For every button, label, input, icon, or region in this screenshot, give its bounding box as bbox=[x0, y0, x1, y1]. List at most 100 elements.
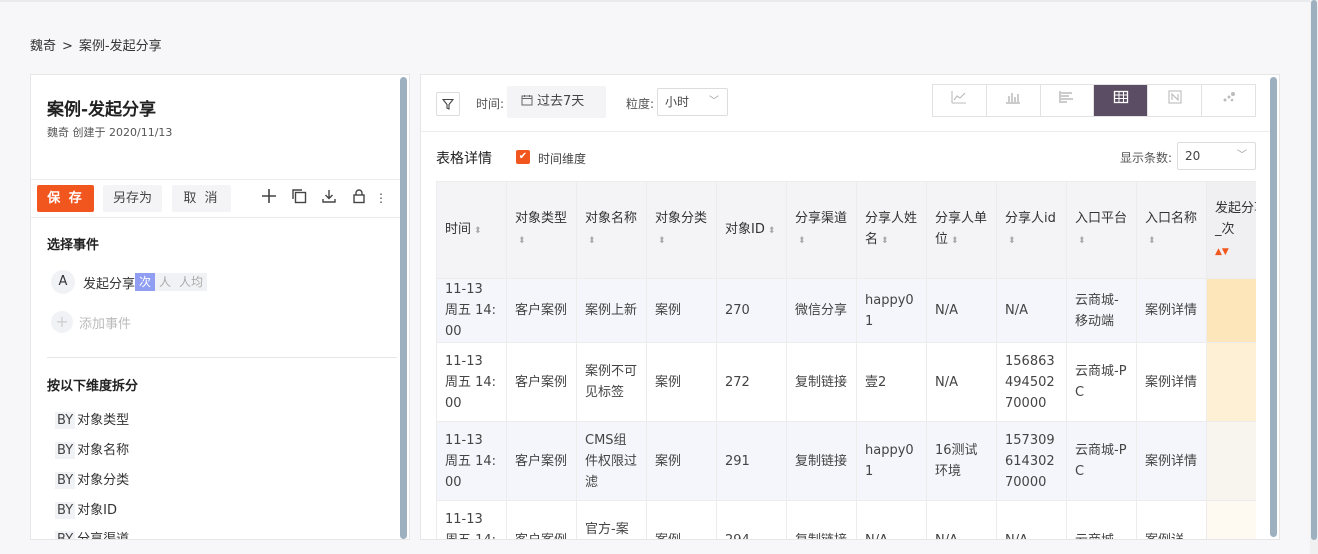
column-header[interactable]: 对象分类⬍ bbox=[646, 181, 717, 279]
page-scrollbar[interactable] bbox=[1310, 0, 1318, 554]
dimension-item[interactable]: BY 分享渠道 bbox=[55, 528, 129, 539]
lock-icon[interactable] bbox=[349, 188, 369, 208]
dimension-item[interactable]: BY 对象ID bbox=[55, 499, 117, 519]
table-cell-metric bbox=[1206, 421, 1256, 501]
sort-icon[interactable]: ⬍ bbox=[658, 236, 666, 246]
table-cell: 294 bbox=[716, 500, 787, 539]
table-cell: 案例 bbox=[646, 500, 717, 539]
column-header[interactable]: 入口名称⬍ bbox=[1136, 181, 1207, 279]
right-panel-scrollbar[interactable] bbox=[1270, 77, 1277, 537]
events-section-title: 选择事件 bbox=[47, 238, 100, 253]
event-metric-avg-tag[interactable]: 人均 bbox=[175, 273, 208, 291]
granularity-select[interactable]: 小时 ﹀ bbox=[657, 88, 728, 116]
breadcrumb-current: 案例-发起分享 bbox=[78, 39, 162, 54]
table-cell: 复制链接 bbox=[786, 500, 857, 539]
plus-icon[interactable] bbox=[259, 188, 279, 208]
column-header[interactable]: 分享渠道⬍ bbox=[786, 181, 857, 279]
table-cell: 案例详 bbox=[1136, 500, 1207, 539]
table-icon[interactable] bbox=[1094, 85, 1149, 116]
add-event-button[interactable]: + 添加事件 bbox=[51, 311, 131, 333]
column-header[interactable]: 分享人姓名 ⬍ bbox=[856, 181, 927, 279]
save-button[interactable]: 保 存 bbox=[37, 185, 94, 212]
time-label: 时间: bbox=[476, 97, 505, 111]
dimension-item[interactable]: BY 对象类型 bbox=[55, 409, 129, 429]
left-panel-scrollbar[interactable] bbox=[400, 77, 407, 539]
column-header[interactable]: 分享人id⬍ bbox=[996, 181, 1067, 279]
breadcrumb: 魏奇 > 案例-发起分享 bbox=[30, 35, 168, 54]
table-cell: 云商城-移动端 bbox=[1066, 278, 1137, 343]
breadcrumb-root[interactable]: 魏奇 bbox=[30, 39, 56, 54]
column-header[interactable]: 对象名称⬍ bbox=[576, 181, 647, 279]
number-icon[interactable] bbox=[1148, 85, 1203, 116]
sort-icon[interactable]: ⬍ bbox=[518, 236, 526, 246]
page-scrollbar-thumb[interactable] bbox=[1311, 0, 1317, 540]
time-range-picker[interactable]: 过去7天 bbox=[507, 86, 606, 118]
show-count-label: 显示条数: bbox=[1120, 151, 1173, 165]
table-cell: 云商城-PC bbox=[1066, 421, 1137, 501]
column-header[interactable]: 分享人单位 ⬍ bbox=[926, 181, 997, 279]
more-icon[interactable]: ⋮ bbox=[375, 188, 387, 208]
horizontal-bar-icon[interactable] bbox=[1041, 85, 1095, 116]
sort-icon[interactable]: ⬍ bbox=[798, 236, 806, 246]
calendar-icon bbox=[521, 95, 533, 106]
chart-type-switcher bbox=[932, 84, 1256, 117]
sort-icon[interactable]: ⬍ bbox=[951, 236, 959, 246]
sort-icon[interactable]: ⬍ bbox=[474, 226, 482, 236]
cancel-button[interactable]: 取 消 bbox=[172, 185, 231, 212]
dimension-item[interactable]: BY 对象分类 bbox=[55, 469, 129, 489]
table-cell: 270 bbox=[716, 278, 787, 343]
sort-desc-icon[interactable]: ▲▼ bbox=[1215, 247, 1229, 257]
table-cell: N/A bbox=[926, 278, 997, 343]
filter-icon bbox=[441, 98, 455, 110]
time-dimension-checkbox[interactable]: ✔ bbox=[516, 150, 530, 164]
table-cell: 案例不可见标签 bbox=[576, 342, 647, 422]
table-cell: happy01 bbox=[856, 278, 927, 343]
table-row: 11-13 周五 14:00 客户案例 案例不可见标签 案例 272 复制链接 … bbox=[436, 342, 1256, 422]
sort-icon[interactable]: ⬍ bbox=[881, 236, 889, 246]
table-cell: 官方-案例新详 bbox=[576, 500, 647, 539]
table-cell: 案例上新 bbox=[576, 278, 647, 343]
sort-icon[interactable]: ⬍ bbox=[1008, 236, 1016, 246]
column-header[interactable]: 对象ID ⬍ bbox=[716, 181, 787, 279]
divider bbox=[31, 179, 401, 180]
table-cell: N/A bbox=[996, 278, 1067, 343]
table-cell-metric bbox=[1206, 500, 1256, 539]
table-cell: 案例详情 bbox=[1136, 421, 1207, 501]
event-item[interactable]: A 发起分享 次 人 人均 bbox=[51, 270, 208, 294]
table-cell: 案例详情 bbox=[1136, 278, 1207, 343]
show-count-select[interactable]: 20 ﹀ bbox=[1177, 142, 1256, 170]
event-name[interactable]: 发起分享 bbox=[83, 273, 135, 292]
divider bbox=[421, 131, 1271, 132]
divider bbox=[31, 217, 401, 218]
table-cell: happy01 bbox=[856, 421, 927, 501]
time-dimension-label[interactable]: 时间维度 bbox=[538, 150, 586, 167]
column-header[interactable]: 时间 ⬍ bbox=[436, 181, 507, 279]
sort-icon[interactable]: ⬍ bbox=[1148, 236, 1156, 246]
sort-icon[interactable]: ⬍ bbox=[1078, 236, 1086, 246]
sort-icon[interactable]: ⬍ bbox=[768, 226, 776, 236]
event-metric-count-tag[interactable]: 次 bbox=[135, 273, 156, 291]
scatter-icon[interactable] bbox=[1202, 85, 1255, 116]
table-cell: 云商城- bbox=[1066, 500, 1137, 539]
download-icon[interactable] bbox=[319, 188, 339, 208]
filter-button[interactable] bbox=[436, 92, 460, 116]
table-cell-metric bbox=[1206, 342, 1256, 422]
line-chart-icon[interactable] bbox=[933, 85, 987, 116]
column-header[interactable]: 入口平台⬍ bbox=[1066, 181, 1137, 279]
sort-icon[interactable]: ⬍ bbox=[588, 236, 596, 246]
table-cell: CMS组件权限过滤 bbox=[576, 421, 647, 501]
column-header[interactable]: 对象类型⬍ bbox=[506, 181, 577, 279]
data-table: 时间 ⬍ 对象类型⬍ 对象名称⬍ 对象分类⬍ 对象ID ⬍ 分享渠道⬍ 分享人姓名 ⬍… bbox=[436, 181, 1256, 539]
table-cell: 复制链接 bbox=[786, 342, 857, 422]
table-cell: 壹2 bbox=[856, 342, 927, 422]
bar-chart-icon[interactable] bbox=[987, 85, 1041, 116]
save-as-button[interactable]: 另存为 bbox=[103, 185, 162, 212]
copy-icon[interactable] bbox=[289, 188, 309, 208]
column-header[interactable]: 发起分享_次▲▼ bbox=[1206, 181, 1256, 279]
event-metric-users-tag[interactable]: 人 bbox=[155, 273, 176, 291]
show-count-value: 20 bbox=[1185, 149, 1201, 163]
dimension-item[interactable]: BY 对象名称 bbox=[55, 439, 129, 459]
table-cell: 云商城-PC bbox=[1066, 342, 1137, 422]
table-row: 11-13 周五 14:00 客户案例 案例上新 案例 270 微信分享 hap… bbox=[436, 278, 1256, 343]
data-table-container: 时间 ⬍ 对象类型⬍ 对象名称⬍ 对象分类⬍ 对象ID ⬍ 分享渠道⬍ 分享人姓名 ⬍… bbox=[436, 181, 1256, 539]
